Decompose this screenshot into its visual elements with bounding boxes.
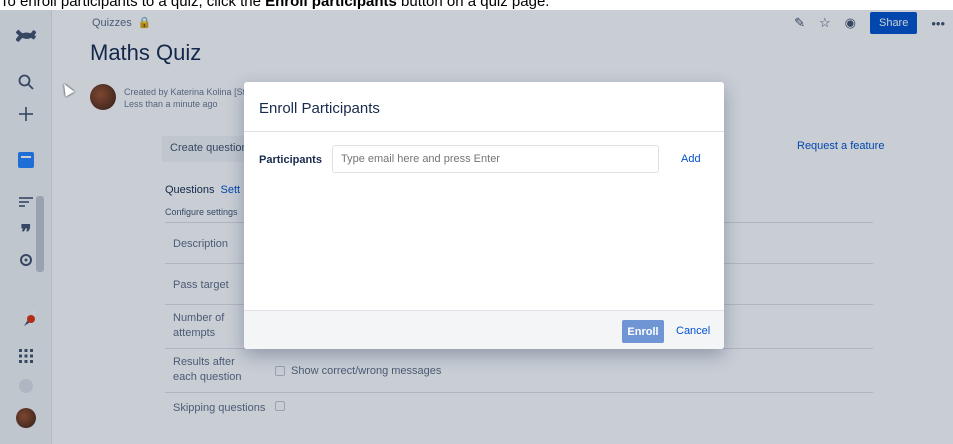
caption-suffix: button on a quiz page. [401, 0, 550, 10]
dialog-footer: Enroll Cancel [244, 310, 724, 349]
dialog-body: Participants Add [244, 132, 724, 310]
instruction-caption: To enroll participants to a quiz, click … [0, 0, 953, 10]
cancel-button[interactable]: Cancel [676, 325, 710, 337]
dialog-title: Enroll Participants [244, 82, 724, 132]
add-participant-button[interactable]: Add [681, 153, 701, 165]
caption-bold: Enroll participants [265, 0, 397, 10]
enroll-button[interactable]: Enroll [622, 320, 664, 343]
participants-email-input[interactable] [332, 145, 659, 173]
participants-label: Participants [259, 154, 322, 166]
caption-prefix: To enroll participants to a quiz, click … [0, 0, 261, 10]
enroll-participants-dialog: Enroll Participants Participants Add Enr… [244, 82, 724, 349]
